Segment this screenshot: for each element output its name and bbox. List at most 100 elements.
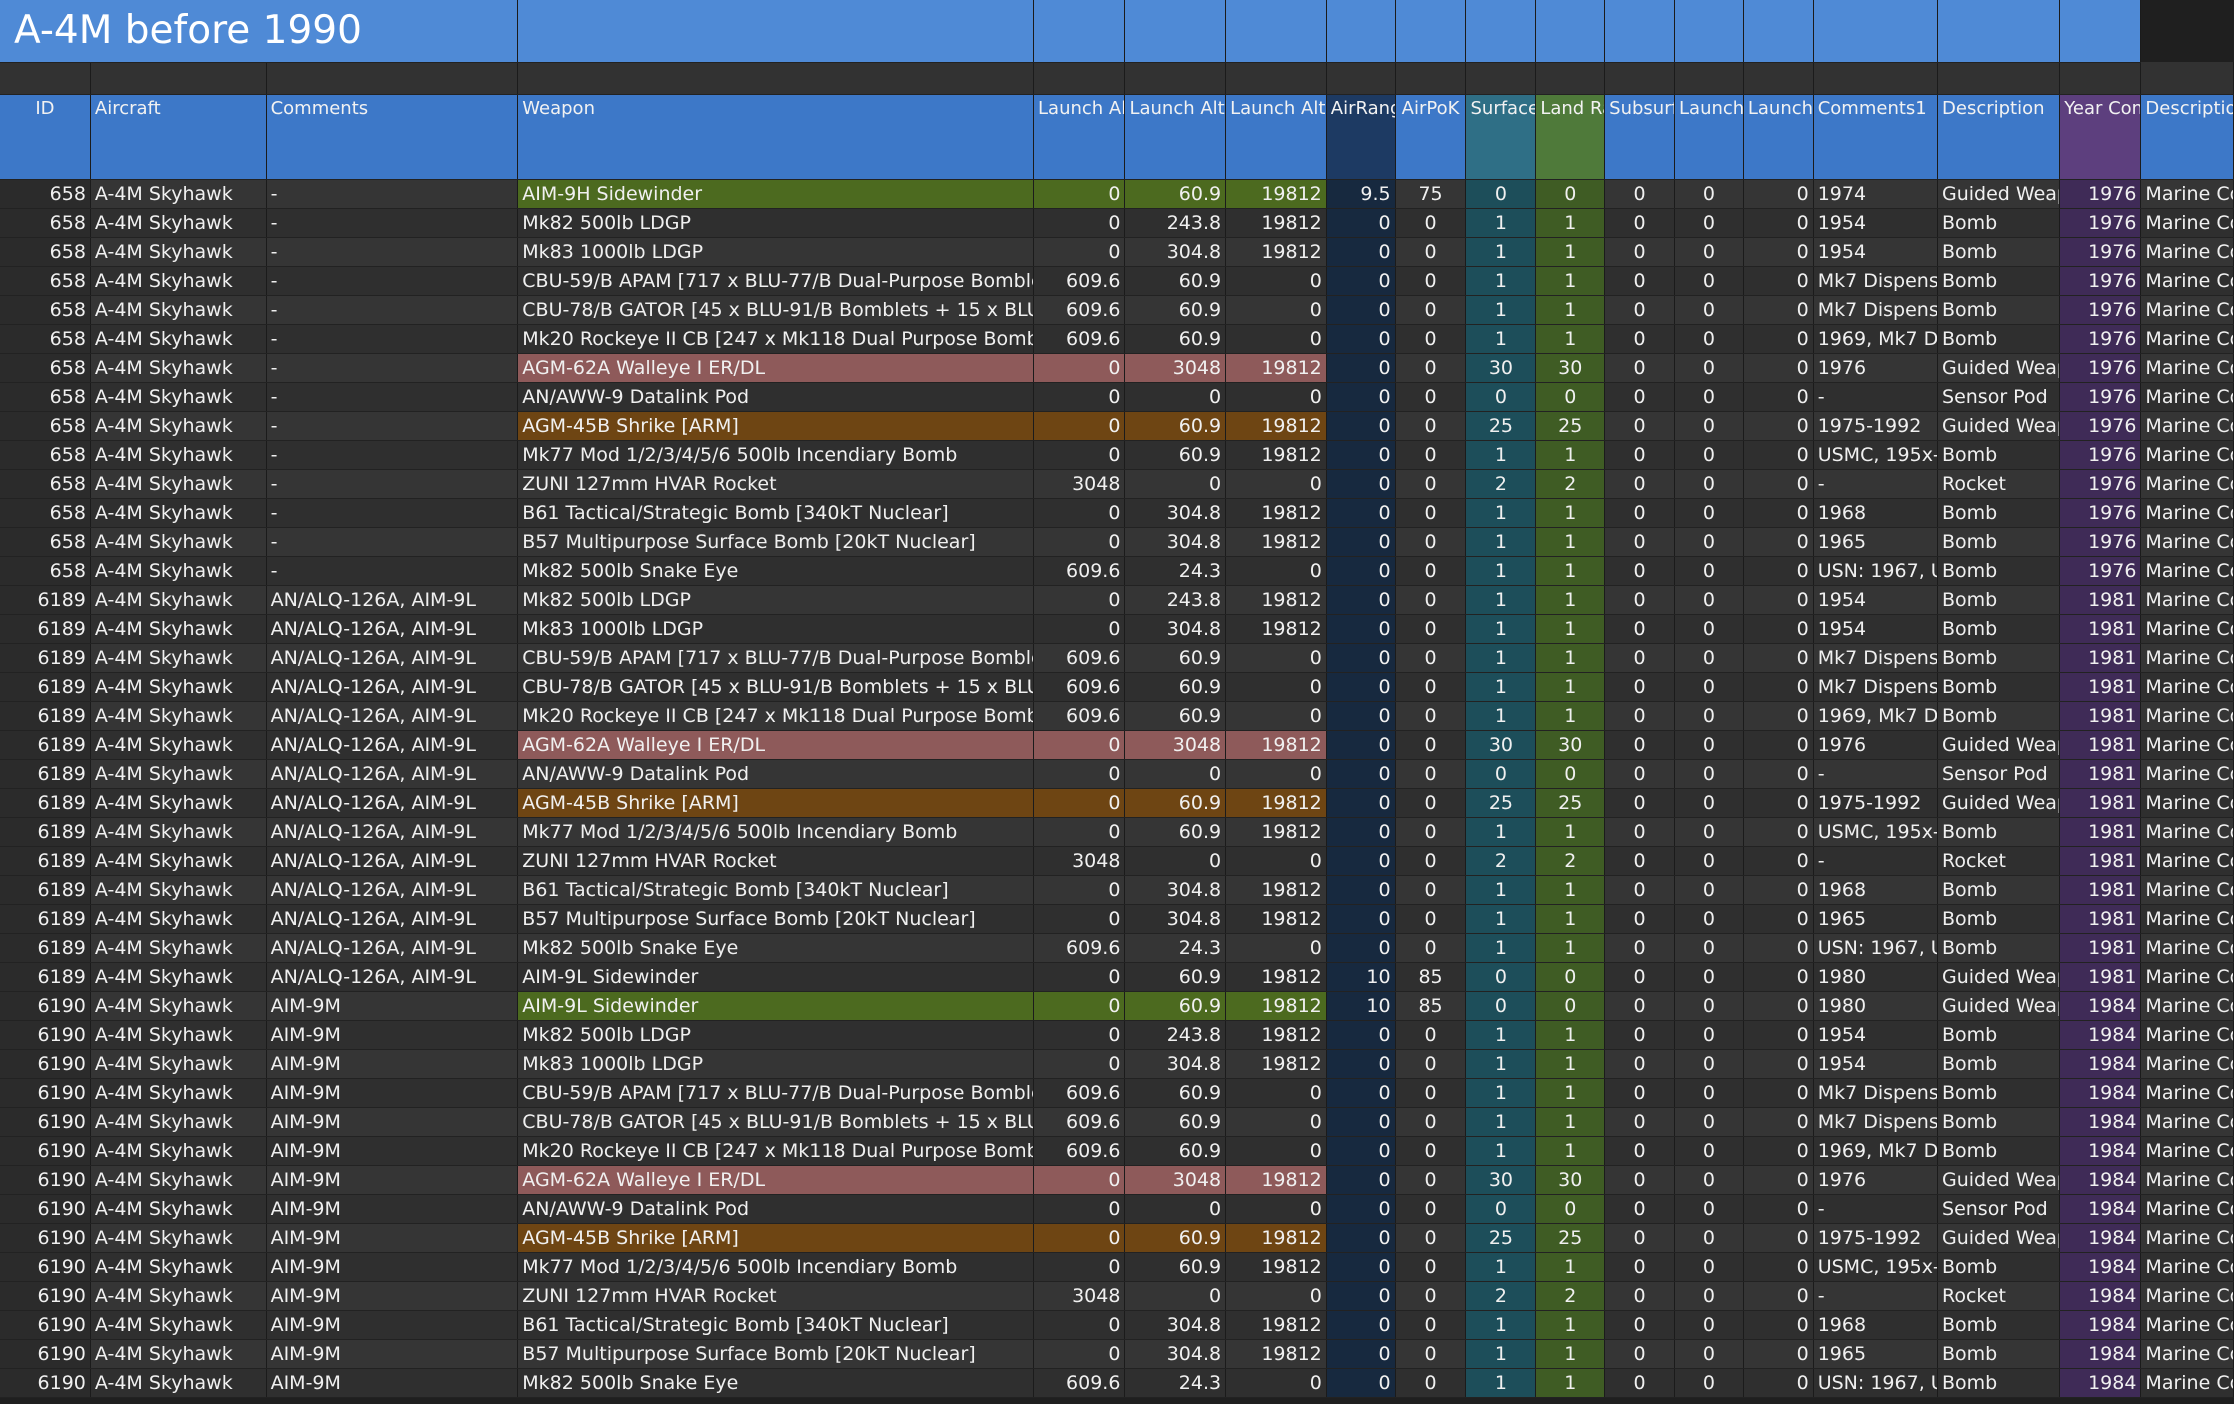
cell-launch-speed-max[interactable]: 0	[1674, 1165, 1744, 1195]
cell-launch-alt-max[interactable]: 0	[1033, 1310, 1126, 1340]
cell-comments[interactable]: AN/ALQ-126A, AIM-9L	[266, 817, 519, 847]
cell-description3[interactable]: Marine Corps	[2140, 1281, 2234, 1311]
cell-launch-speed-min[interactable]: 0	[1743, 730, 1814, 760]
cell-comments1[interactable]: 1954	[1813, 1049, 1939, 1079]
cell-comments1[interactable]: USMC, 195x-	[1813, 1252, 1939, 1282]
cell-airpok[interactable]: 0	[1395, 643, 1467, 673]
cell-surface-range[interactable]: 0	[1465, 1194, 1537, 1224]
cell-launch-alt-min[interactable]: 304.8	[1124, 875, 1227, 905]
cell-description[interactable]: Guided Weap	[1937, 411, 2061, 441]
cell-comments1[interactable]: 1954	[1813, 208, 1939, 238]
cell-comments1[interactable]: USN: 1967, U	[1813, 556, 1939, 586]
cell-description[interactable]: Rocket	[1937, 1281, 2061, 1311]
cell-launch-alt-max-asl[interactable]: 19812	[1225, 1049, 1327, 1079]
cell-aircraft[interactable]: A-4M Skyhawk	[90, 759, 267, 789]
blank-cell[interactable]	[1326, 62, 1396, 95]
cell-aircraft[interactable]: A-4M Skyhawk	[90, 846, 267, 876]
blank-cell[interactable]	[1395, 62, 1467, 95]
cell-airpok[interactable]: 0	[1395, 266, 1467, 296]
cell-year[interactable]: 1976	[2059, 498, 2142, 528]
cell-land-range[interactable]: 1	[1535, 527, 1606, 557]
cell-weapon[interactable]: AN/AWW-9 Datalink Pod	[517, 759, 1035, 789]
cell-id[interactable]: 658	[0, 266, 91, 296]
cell-description3[interactable]: Marine Corps	[2140, 208, 2234, 238]
title-cell[interactable]	[1743, 0, 1814, 63]
cell-weapon[interactable]: B57 Multipurpose Surface Bomb [20kT Nucl…	[517, 1339, 1035, 1369]
cell-description3[interactable]: Marine Corps	[2140, 1049, 2234, 1079]
cell-airrange-max[interactable]: 0	[1326, 527, 1396, 557]
cell-airrange-max[interactable]: 0	[1326, 469, 1396, 499]
cell-comments[interactable]: AN/ALQ-126A, AIM-9L	[266, 643, 519, 673]
cell-id[interactable]: 658	[0, 411, 91, 441]
cell-comments[interactable]: AIM-9M	[266, 1223, 519, 1253]
cell-id[interactable]: 6190	[0, 1136, 91, 1166]
cell-subsurf-range[interactable]: 0	[1604, 353, 1676, 383]
cell-year[interactable]: 1976	[2059, 353, 2142, 383]
cell-subsurf-range[interactable]: 0	[1604, 1136, 1676, 1166]
cell-land-range[interactable]: 0	[1535, 382, 1606, 412]
cell-description3[interactable]: Marine Corps	[2140, 440, 2234, 470]
cell-description3[interactable]: Marine Corps	[2140, 614, 2234, 644]
cell-year[interactable]: 1984	[2059, 1078, 2142, 1108]
cell-launch-alt-max-asl[interactable]: 19812	[1225, 1339, 1327, 1369]
cell-subsurf-range[interactable]: 0	[1604, 1223, 1676, 1253]
cell-launch-alt-max[interactable]: 0	[1033, 730, 1126, 760]
cell-launch-alt-min[interactable]: 0	[1124, 382, 1227, 412]
cell-comments1[interactable]: Mk7 Dispens	[1813, 1107, 1939, 1137]
cell-launch-alt-min[interactable]: 3048	[1124, 730, 1227, 760]
cell-description3[interactable]: Marine Corps	[2140, 1194, 2234, 1224]
cell-comments[interactable]: -	[266, 295, 519, 325]
cell-launch-alt-max-asl[interactable]: 0	[1225, 266, 1327, 296]
cell-subsurf-range[interactable]: 0	[1604, 382, 1676, 412]
cell-launch-alt-max[interactable]: 0	[1033, 817, 1126, 847]
cell-subsurf-range[interactable]: 0	[1604, 1310, 1676, 1340]
cell-year[interactable]: 1984	[2059, 1368, 2142, 1398]
cell-launch-speed-max[interactable]: 0	[1674, 817, 1744, 847]
cell-id[interactable]: 658	[0, 353, 91, 383]
cell-launch-speed-min[interactable]: 0	[1743, 1078, 1814, 1108]
cell-weapon[interactable]: Mk83 1000lb LDGP	[517, 614, 1035, 644]
cell-launch-speed-max[interactable]: 0	[1674, 1252, 1744, 1282]
cell-surface-range[interactable]: 1	[1465, 643, 1537, 673]
cell-aircraft[interactable]: A-4M Skyhawk	[90, 1020, 267, 1050]
cell-launch-speed-min[interactable]: 0	[1743, 1020, 1814, 1050]
cell-launch-alt-max-asl[interactable]: 19812	[1225, 788, 1327, 818]
cell-id[interactable]: 6189	[0, 788, 91, 818]
cell-launch-speed-max[interactable]: 0	[1674, 991, 1744, 1021]
cell-weapon[interactable]: Mk82 500lb Snake Eye	[517, 1368, 1035, 1398]
cell-airpok[interactable]: 0	[1395, 1078, 1467, 1108]
cell-subsurf-range[interactable]: 0	[1604, 1078, 1676, 1108]
cell-comments1[interactable]: -	[1813, 1281, 1939, 1311]
cell-comments[interactable]: AIM-9M	[266, 1252, 519, 1282]
cell-subsurf-range[interactable]: 0	[1604, 324, 1676, 354]
cell-land-range[interactable]: 25	[1535, 411, 1606, 441]
cell-launch-speed-min[interactable]: 0	[1743, 1252, 1814, 1282]
cell-launch-alt-max[interactable]: 3048	[1033, 846, 1126, 876]
cell-airrange-max[interactable]: 0	[1326, 1281, 1396, 1311]
cell-comments[interactable]: -	[266, 382, 519, 412]
cell-launch-alt-max[interactable]: 609.6	[1033, 556, 1126, 586]
cell-launch-alt-max[interactable]: 0	[1033, 208, 1126, 238]
title-cell[interactable]	[1604, 0, 1676, 63]
cell-aircraft[interactable]: A-4M Skyhawk	[90, 1368, 267, 1398]
cell-launch-alt-min[interactable]: 60.9	[1124, 991, 1227, 1021]
cell-subsurf-range[interactable]: 0	[1604, 440, 1676, 470]
cell-launch-speed-max[interactable]: 0	[1674, 1049, 1744, 1079]
cell-subsurf-range[interactable]: 0	[1604, 991, 1676, 1021]
cell-aircraft[interactable]: A-4M Skyhawk	[90, 933, 267, 963]
cell-surface-range[interactable]: 1	[1465, 701, 1537, 731]
cell-comments[interactable]: -	[266, 353, 519, 383]
cell-surface-range[interactable]: 1	[1465, 1368, 1537, 1398]
cell-airrange-max[interactable]: 0	[1326, 759, 1396, 789]
cell-launch-alt-max[interactable]: 609.6	[1033, 266, 1126, 296]
cell-launch-alt-max-asl[interactable]: 19812	[1225, 237, 1327, 267]
cell-year[interactable]: 1976	[2059, 179, 2142, 209]
cell-surface-range[interactable]: 1	[1465, 1020, 1537, 1050]
cell-comments[interactable]: AIM-9M	[266, 1339, 519, 1369]
cell-launch-alt-max[interactable]: 609.6	[1033, 643, 1126, 673]
cell-surface-range[interactable]: 1	[1465, 266, 1537, 296]
cell-launch-alt-min[interactable]: 304.8	[1124, 904, 1227, 934]
cell-airrange-max[interactable]: 0	[1326, 730, 1396, 760]
cell-launch-speed-max[interactable]: 0	[1674, 846, 1744, 876]
cell-launch-alt-max-asl[interactable]: 19812	[1225, 730, 1327, 760]
